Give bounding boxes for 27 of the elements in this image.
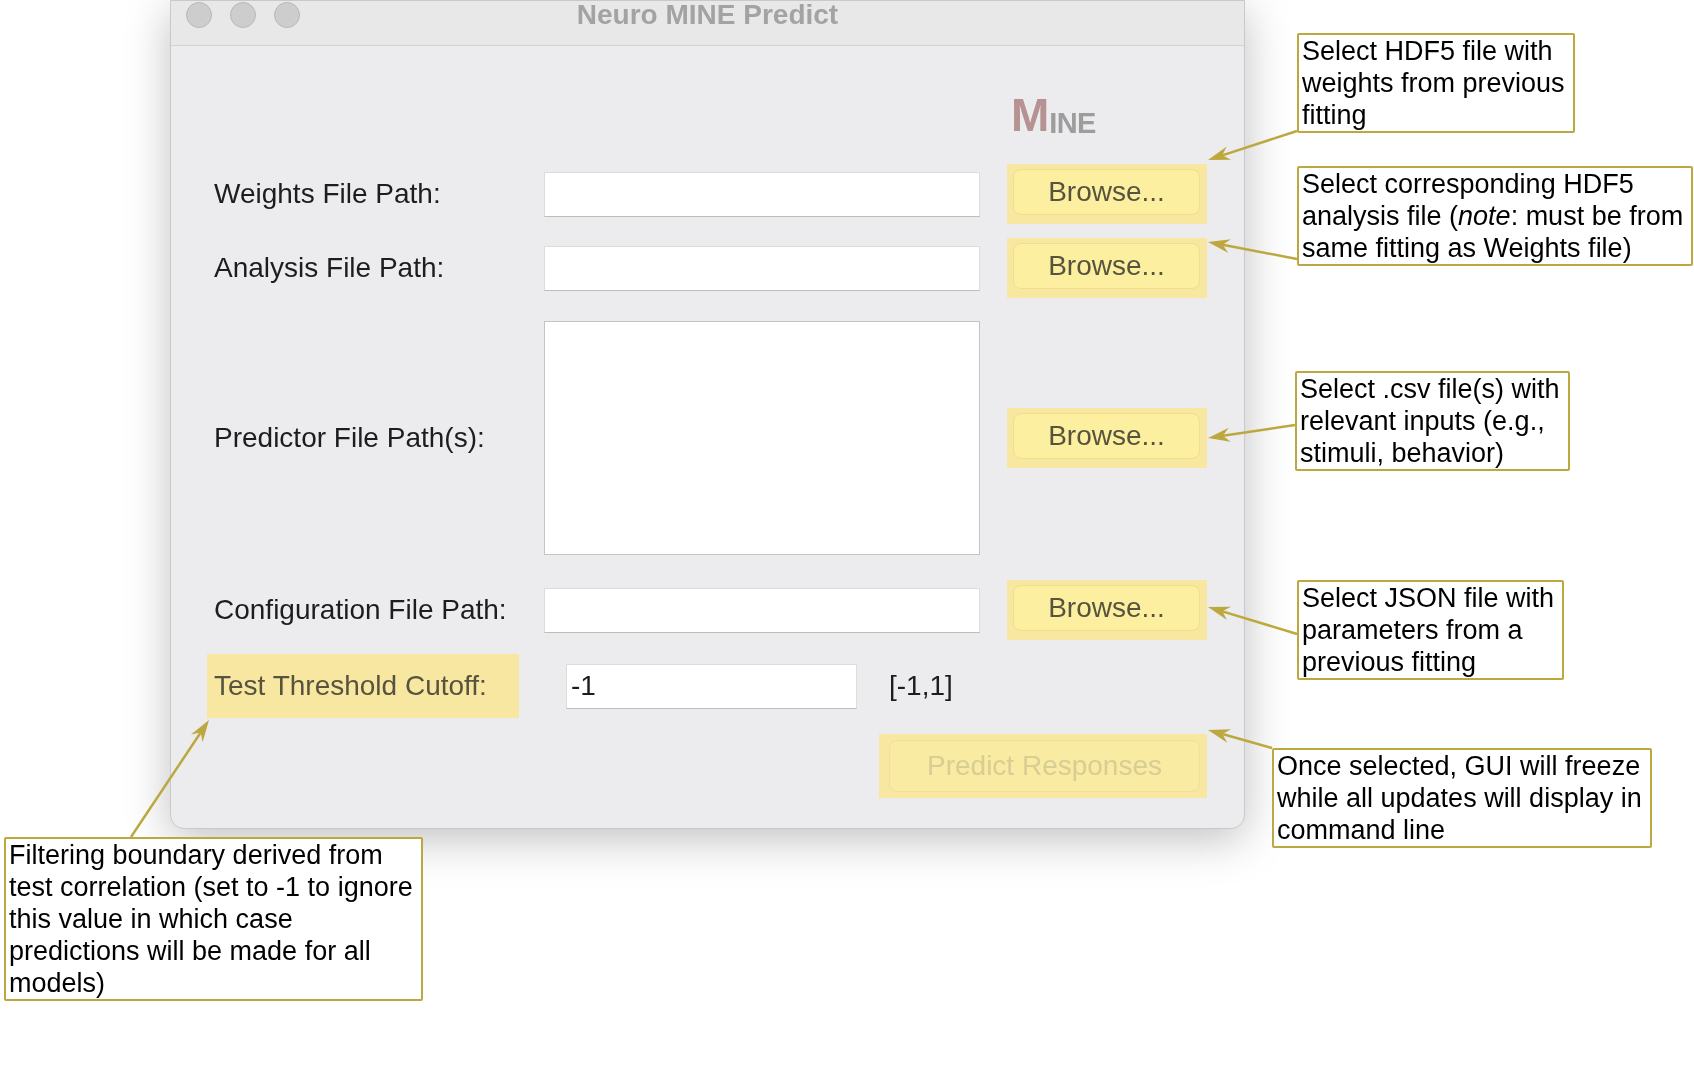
close-button[interactable]: [186, 2, 212, 28]
callout-note: Select corresponding HDF5 analysis file (note: must be from same fitting as Weights file): [1297, 166, 1694, 266]
input-field[interactable]: [544, 245, 980, 291]
input-field[interactable]: -1: [566, 663, 857, 709]
callout-note: Filtering boundary derived from test correlation (set to -1 to ignore this value in which case predictions will be made for all models): [4, 837, 423, 1001]
minimize-button[interactable]: [230, 2, 256, 28]
callout-note: Select HDF5 file with weights from previous fitting: [1297, 33, 1575, 133]
maximize-button[interactable]: [274, 2, 300, 28]
input-field[interactable]: [544, 587, 980, 633]
callout-note: Select .csv file(s) with relevant inputs (e.g., stimuli, behavior): [1295, 371, 1570, 471]
callout-note: Once selected, GUI will freeze while all updates will display in command line: [1272, 748, 1652, 848]
window-title: Neuro MINE Predict: [576, 1, 839, 29]
field-label: Analysis File Path:: [214, 252, 445, 283]
callout-arrow: [1208, 729, 1273, 750]
browse-button[interactable]: Browse...: [1013, 169, 1200, 215]
callout-note: Select JSON file with parameters from a previous fitting: [1297, 580, 1565, 680]
range-hint: [-1,1]: [889, 669, 953, 703]
field-label: Test Threshold Cutoff:: [214, 669, 487, 703]
list-field[interactable]: [544, 321, 980, 555]
app-logo: MINE: [1011, 91, 1096, 138]
browse-button[interactable]: Browse...: [1013, 585, 1200, 631]
field-label: Predictor File Path(s):: [214, 422, 485, 453]
field-label: Weights File Path:: [214, 178, 441, 209]
browse-button[interactable]: Browse...: [1013, 413, 1200, 459]
field-label: Configuration File Path:: [214, 594, 507, 625]
input-field[interactable]: [544, 171, 980, 217]
browse-button[interactable]: Browse...: [1013, 243, 1200, 289]
